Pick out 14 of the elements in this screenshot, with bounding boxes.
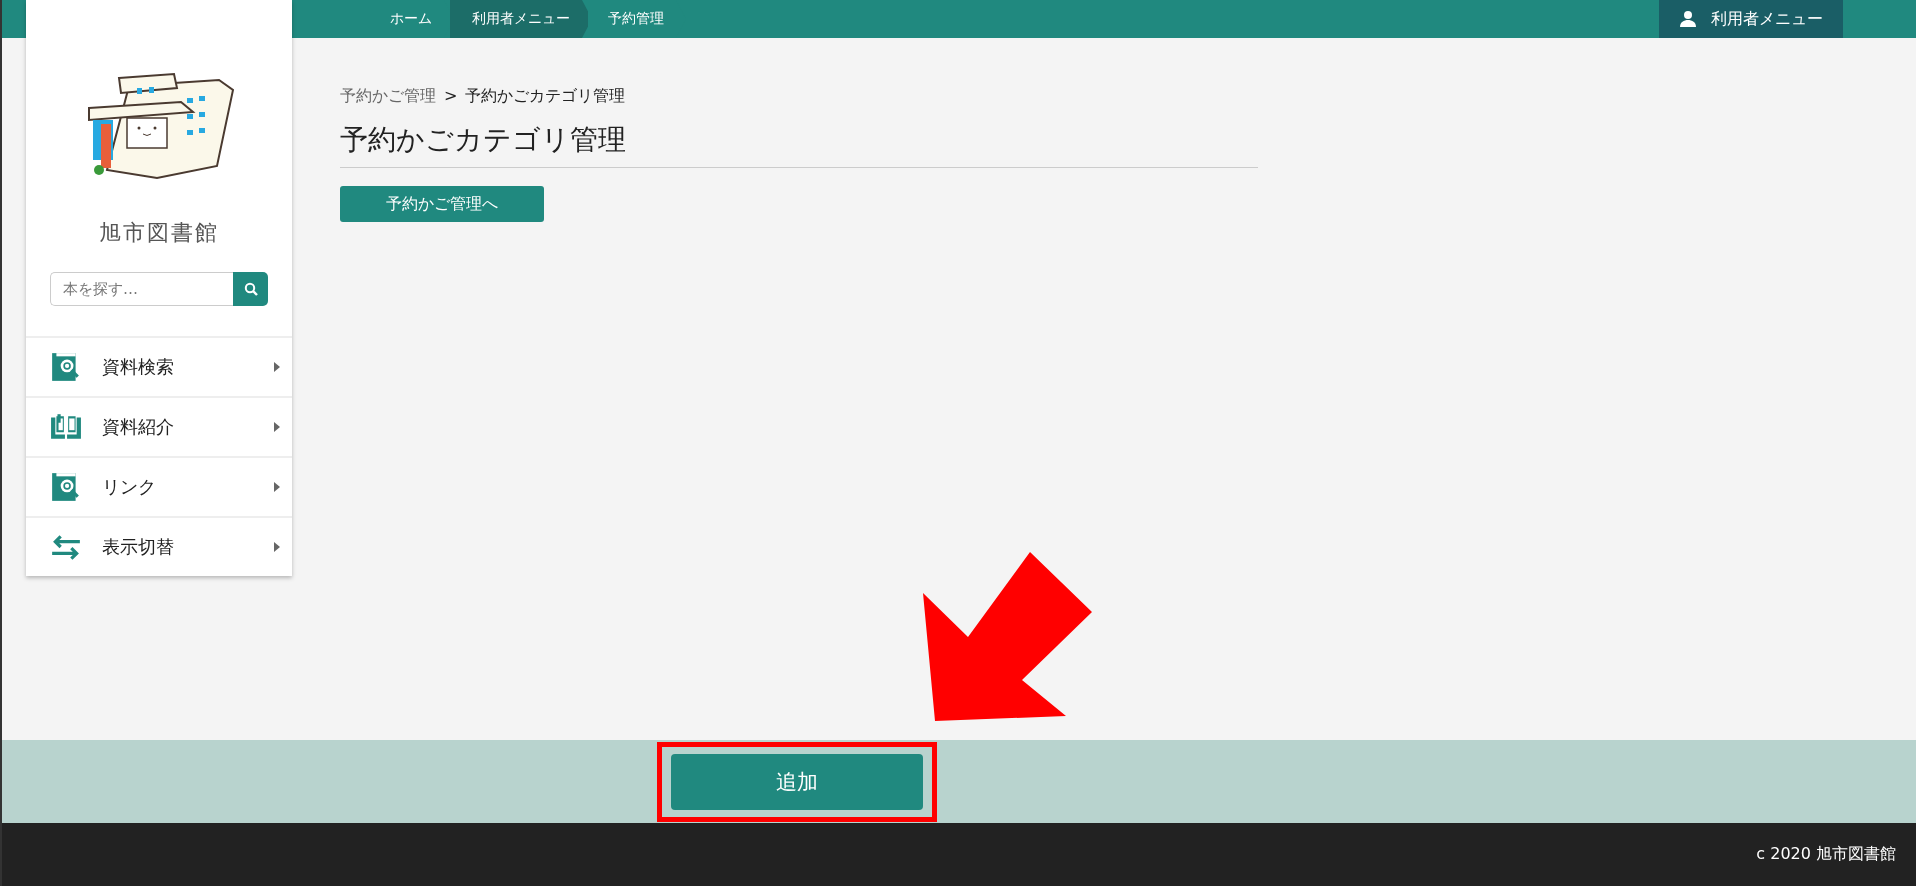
search-field[interactable]: 本を探す… (50, 272, 233, 306)
add-button[interactable]: 追加 (671, 753, 923, 810)
copyright-text: c 2020 旭市図書館 (1756, 844, 1896, 865)
sidebar-menu-item[interactable]: 資料紹介 (26, 396, 292, 456)
breadcrumb-current: 予約かごカテゴリ管理 (465, 86, 626, 107)
page-title: 予約かごカテゴリ管理 (340, 121, 1258, 168)
sidebar-menu-item[interactable]: 表示切替 (26, 516, 292, 576)
sidebar-menu-item[interactable]: リンク (26, 456, 292, 516)
breadcrumb-separator: > (444, 86, 458, 107)
user-menu-button[interactable]: 利用者メニュー (1659, 0, 1843, 38)
library-name: 旭市図書館 (98, 219, 220, 247)
sidebar-menu-item[interactable]: 資料検索 (26, 336, 292, 396)
back-button[interactable]: 予約かご管理へ (340, 186, 544, 222)
breadcrumb-link[interactable]: 予約かご管理 (340, 86, 436, 107)
